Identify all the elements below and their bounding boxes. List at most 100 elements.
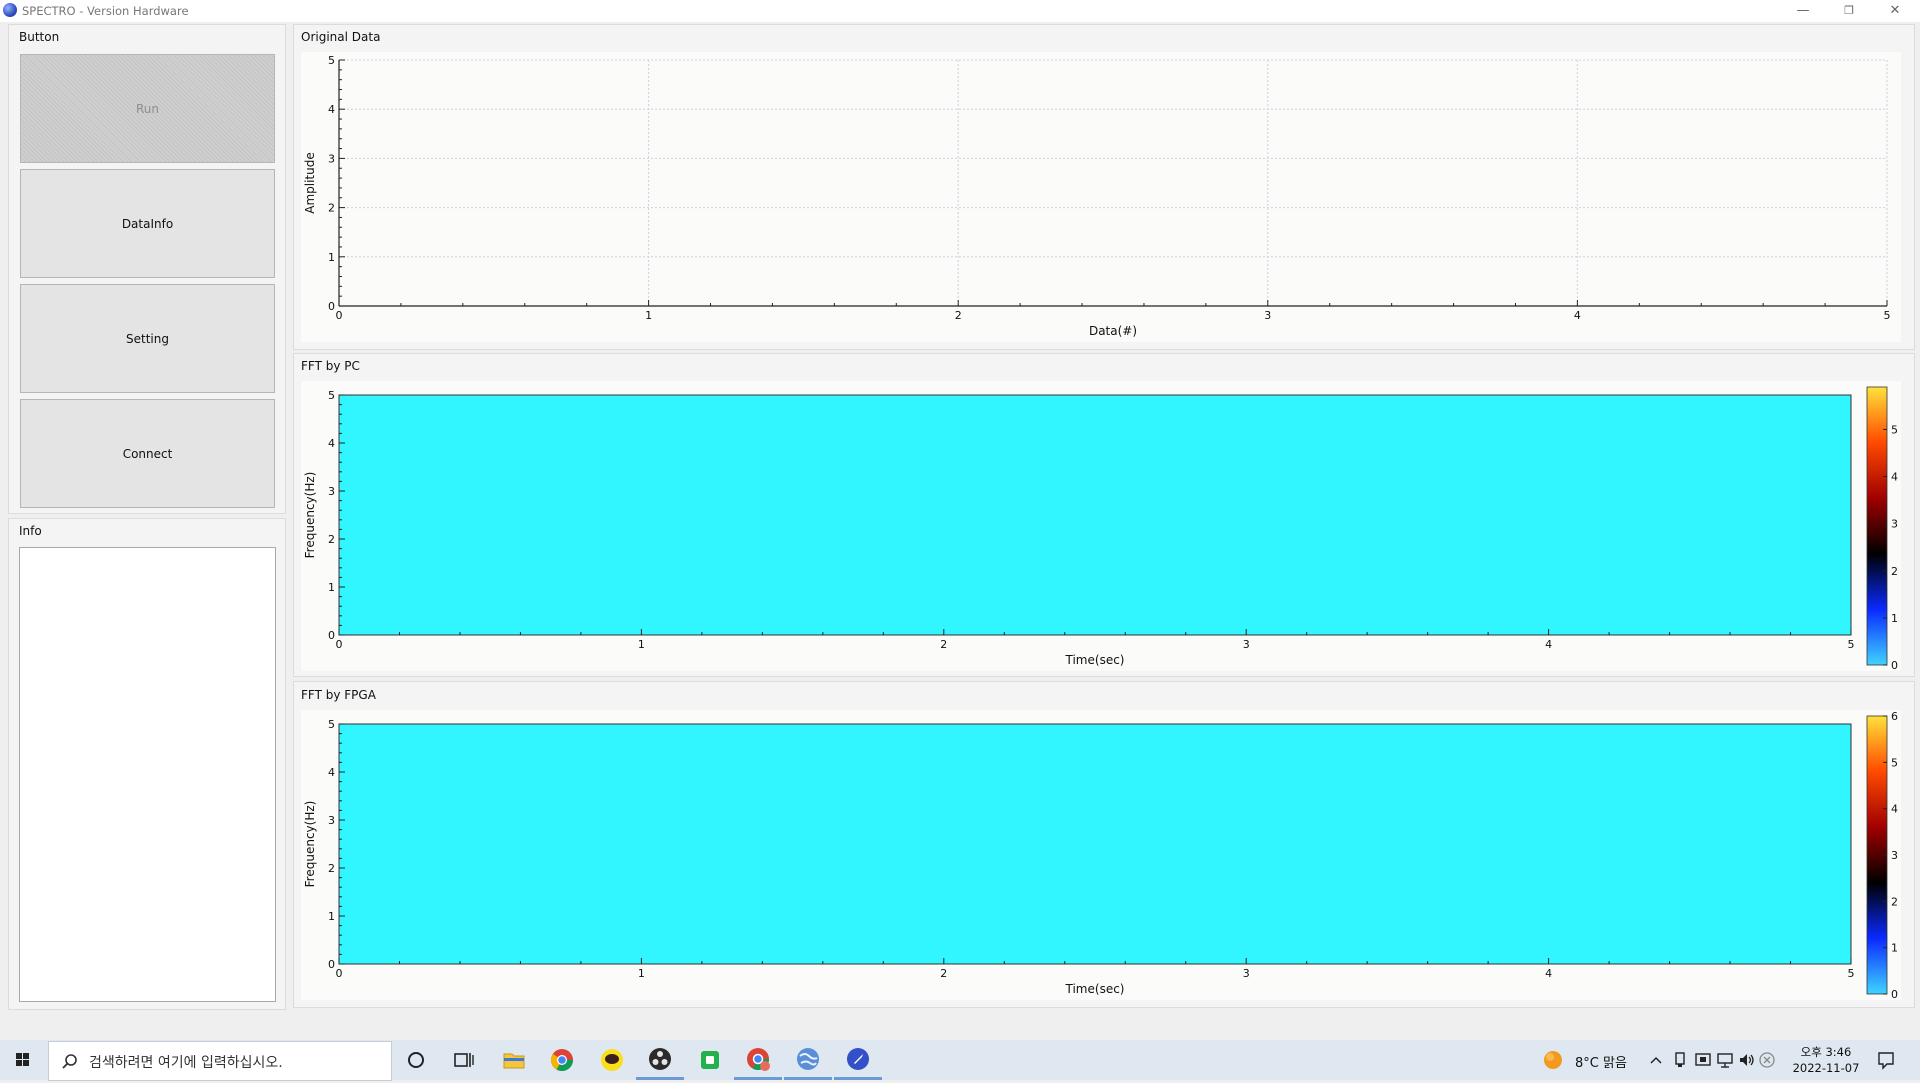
- colorbar-tick-label: 4: [1891, 803, 1898, 816]
- minimize-button[interactable]: —: [1780, 0, 1826, 22]
- volume-icon[interactable]: [1738, 1051, 1756, 1069]
- y-tick-label: 0: [328, 629, 335, 642]
- network-icon[interactable]: [1716, 1051, 1734, 1069]
- taskbar-app-chrome[interactable]: [538, 1040, 586, 1080]
- x-axis-title: Time(sec): [1065, 982, 1125, 996]
- clock-date[interactable]: 2022-11-07: [1786, 1061, 1866, 1075]
- colorbar-tick-label: 0: [1891, 659, 1898, 671]
- x-tick-label: 1: [638, 967, 645, 980]
- colorbar-tick-label: 2: [1891, 565, 1898, 578]
- x-tick-label: 1: [645, 309, 652, 322]
- x-tick-label: 3: [1243, 638, 1250, 651]
- setting-button[interactable]: Setting: [20, 284, 275, 393]
- colorbar-tick-label: 6: [1891, 710, 1898, 723]
- x-tick-label: 0: [336, 638, 343, 651]
- x-tick-label: 3: [1243, 967, 1250, 980]
- windows-icon: [16, 1053, 29, 1066]
- close-button[interactable]: ✕: [1872, 0, 1918, 22]
- spectrogram-fill: [339, 724, 1851, 964]
- obs-icon: [649, 1047, 671, 1070]
- weather-sun-icon: [1544, 1051, 1562, 1069]
- window-title: SPECTRO - Version Hardware: [22, 4, 189, 18]
- spectrogram-fill: [339, 395, 1851, 635]
- folder-icon: [503, 1053, 525, 1069]
- taskbar-app-kakaotalk[interactable]: [588, 1040, 636, 1080]
- taskbar-search-box[interactable]: 검색하려면 여기에 입력하십시오.: [48, 1041, 392, 1081]
- task-view-button[interactable]: [440, 1040, 488, 1080]
- colorbar-tick-label: 1: [1891, 942, 1898, 955]
- usb-device-icon[interactable]: [1672, 1051, 1688, 1069]
- fft-fpga-plot-panel: 0 1 2 3 4 5 0 1 2 3 4 5 Time(sec) Frequency(Hz) 0 1 2 3 4 5…: [301, 710, 1901, 1001]
- y-tick-label: 5: [328, 718, 335, 731]
- taskbar-app-chrome-profile[interactable]: [734, 1040, 782, 1080]
- taskbar: 검색하려면 여기에 입력하십시오. 8°C 맑음 오후 3:46 2022-11…: [0, 1040, 1920, 1081]
- fft-pc-plot-panel: 0 1 2 3 4 5 0 1 2 3 4 5 Time(sec) Frequency(Hz) 0 1 2 3 4 5: [301, 381, 1901, 672]
- colorbar: [1866, 386, 1888, 666]
- y-tick-label: 1: [328, 581, 335, 594]
- chrome-icon: [551, 1049, 573, 1071]
- search-icon: [62, 1054, 77, 1069]
- x-axis-title: Data(#): [1089, 324, 1137, 338]
- x-tick-label: 3: [1264, 309, 1271, 322]
- weather-text[interactable]: 8°C 맑음: [1575, 1052, 1627, 1071]
- taskbar-app-line[interactable]: [686, 1040, 734, 1080]
- info-group-label: Info: [19, 524, 42, 538]
- x-tick-label: 4: [1545, 638, 1552, 651]
- original-data-plot-panel: 0 1 2 3 4 5 0 1 2 3 4 5 Data(#) Amplitude: [301, 52, 1901, 342]
- x-tick-label: 1: [638, 638, 645, 651]
- x-tick-label: 0: [336, 309, 343, 322]
- y-axis-title: Frequency(Hz): [303, 801, 317, 888]
- x-axis-title: Time(sec): [1065, 653, 1125, 667]
- y-tick-label: 4: [328, 437, 335, 450]
- fft-fpga-spectrogram: 0 1 2 3 4 5 0 1 2 3 4 5 Time(sec) Frequency(Hz) 0 1 2 3 4 5…: [303, 710, 1898, 1001]
- chrome-profile-icon: [747, 1047, 770, 1071]
- app-icon: [3, 3, 17, 17]
- title-bar: SPECTRO - Version Hardware — ❐ ✕: [0, 0, 1920, 22]
- taskbar-app-globe[interactable]: [784, 1040, 832, 1080]
- y-tick-label: 5: [328, 54, 335, 67]
- y-tick-label: 3: [328, 814, 335, 827]
- clock-time[interactable]: 오후 3:46: [1786, 1044, 1866, 1060]
- taskbar-app-rocket[interactable]: [834, 1040, 882, 1080]
- original-data-label: Original Data: [301, 30, 381, 44]
- y-tick-label: 5: [328, 389, 335, 402]
- y-tick-label: 0: [328, 300, 335, 313]
- colorbar-tick-label: 2: [1891, 895, 1898, 908]
- start-button[interactable]: [0, 1040, 46, 1080]
- x-tick-label: 4: [1574, 309, 1581, 322]
- taskbar-app-file-explorer[interactable]: [490, 1040, 538, 1080]
- x-tick-label: 0: [336, 967, 343, 980]
- colorbar-tick-label: 5: [1891, 423, 1898, 436]
- taskbar-app-obs[interactable]: [636, 1040, 684, 1080]
- y-tick-label: 3: [328, 152, 335, 165]
- display-capture-icon[interactable]: [1694, 1051, 1712, 1069]
- y-tick-label: 1: [328, 910, 335, 923]
- y-tick-label: 3: [328, 485, 335, 498]
- button-group-label: Button: [19, 30, 60, 44]
- x-tick-label: 2: [955, 309, 962, 322]
- info-text-area[interactable]: [19, 547, 276, 1002]
- status-x-icon[interactable]: [1758, 1051, 1776, 1069]
- connect-button[interactable]: Connect: [20, 399, 275, 508]
- chevron-up-icon[interactable]: [1648, 1052, 1664, 1068]
- restore-button[interactable]: ❐: [1826, 0, 1872, 22]
- search-placeholder: 검색하려면 여기에 입력하십시오.: [89, 1055, 283, 1071]
- y-tick-label: 2: [328, 202, 335, 215]
- colorbar-tick-label: 0: [1891, 988, 1898, 1000]
- colorbar-tick-label: 3: [1891, 518, 1898, 531]
- globe-icon: [797, 1047, 819, 1070]
- notification-icon[interactable]: [1876, 1050, 1896, 1070]
- x-tick-label: 2: [940, 638, 947, 651]
- cortana-button[interactable]: [392, 1040, 440, 1080]
- x-tick-label: 2: [940, 967, 947, 980]
- y-axis-title: Amplitude: [303, 152, 317, 214]
- y-tick-label: 0: [328, 958, 335, 971]
- datainfo-button[interactable]: DataInfo: [20, 169, 275, 278]
- rocket-icon: [847, 1047, 869, 1070]
- y-axis-title: Frequency(Hz): [303, 472, 317, 559]
- run-button[interactable]: Run: [20, 54, 275, 163]
- fft-pc-spectrogram: 0 1 2 3 4 5 0 1 2 3 4 5 Time(sec) Frequency(Hz) 0 1 2 3 4 5: [303, 386, 1898, 672]
- fft-fpga-label: FFT by FPGA: [301, 688, 376, 702]
- x-tick-label: 5: [1884, 309, 1891, 322]
- kakaotalk-icon: [601, 1049, 623, 1071]
